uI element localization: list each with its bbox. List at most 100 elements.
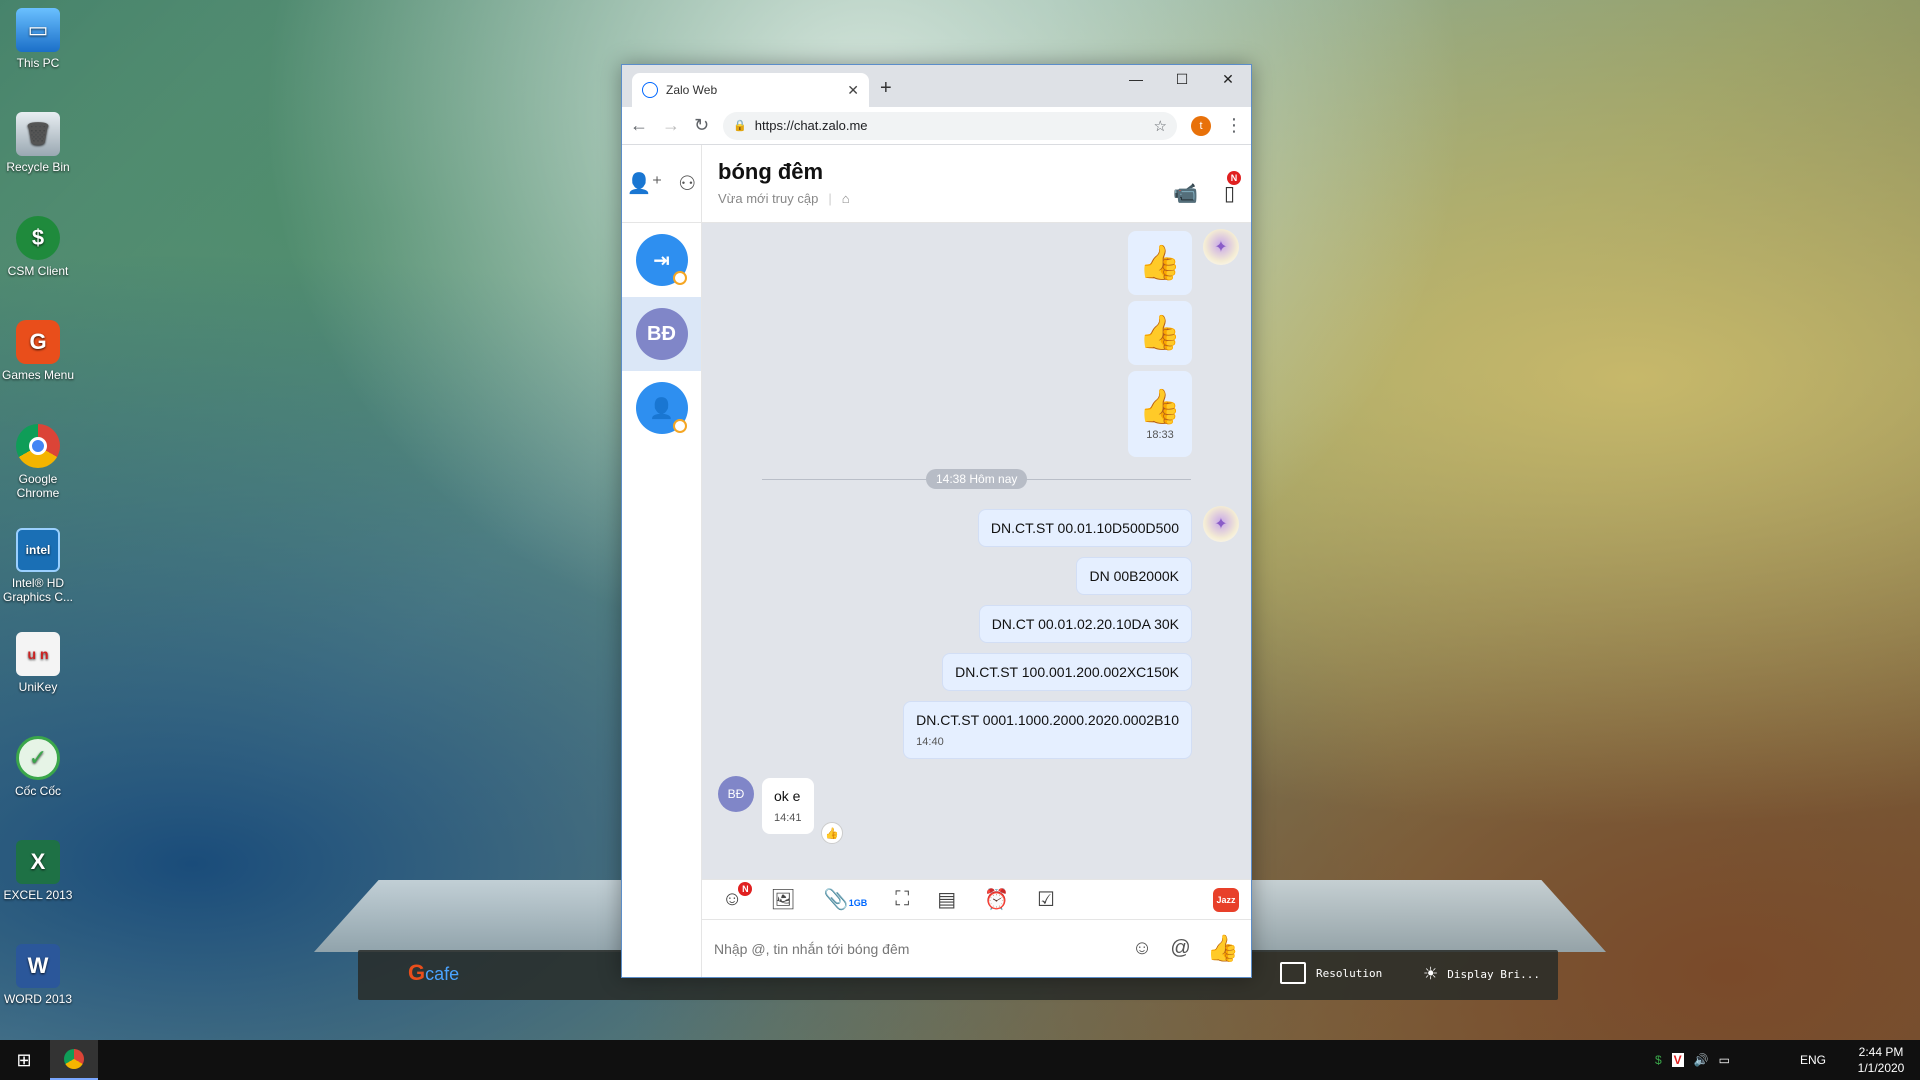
emoji-icon[interactable]: ☺	[1132, 937, 1152, 960]
reminder-clock-icon[interactable]: ⏰	[984, 887, 1009, 912]
desktop-icon-label: Recycle Bin	[6, 160, 70, 174]
minimize-button[interactable]: —	[1113, 71, 1159, 87]
start-button[interactable]: ⊞	[0, 1040, 48, 1080]
desktop-icon-label: Google Chrome	[16, 472, 60, 500]
word-icon: W	[16, 944, 60, 988]
language-indicator[interactable]: ENG	[1800, 1053, 1826, 1067]
url-text: https://chat.zalo.me	[754, 118, 868, 133]
self-avatar: ✦	[1203, 229, 1239, 265]
desktop-icon-intel[interactable]: intel Intel® HD Graphics C...	[0, 528, 76, 604]
reload-icon[interactable]: ↻	[694, 115, 709, 136]
chrome-icon	[16, 424, 60, 468]
last-seen-text: Vừa mới truy cập	[718, 191, 819, 206]
forward-icon[interactable]: →	[662, 115, 680, 136]
like-icon: 👍	[1138, 388, 1182, 426]
jazz-button[interactable]: Jazz	[1213, 888, 1239, 912]
profile-avatar[interactable]: t	[1191, 115, 1211, 136]
sticker-badge: N	[738, 882, 753, 896]
tag-icon[interactable]: ⌂	[842, 191, 850, 206]
info-panel-icon[interactable]: ▯ N	[1224, 171, 1241, 206]
task-icon[interactable]: ☑	[1037, 887, 1055, 912]
g-logo-icon: G	[16, 320, 60, 364]
quick-like-button[interactable]: 👍	[1207, 933, 1239, 964]
close-window-button[interactable]: ✕	[1205, 71, 1251, 88]
conversation-sidebar: 👤⁺ ⚇ ⇥ BĐ 👤	[622, 145, 702, 977]
chat-status: Vừa mới truy cập | ⌂	[718, 191, 1235, 206]
attach-size-label: 1GB	[848, 898, 868, 908]
header-actions: 📹 ▯ N	[1173, 171, 1241, 206]
sent-message[interactable]: DN.CT.ST 0001.1000.2000.2020.0002B10 14:…	[903, 701, 1192, 759]
chat-panel: bóng đêm Vừa mới truy cập | ⌂ 📹 ▯ N ✦ 👍 👍…	[702, 145, 1251, 977]
csm-tray-icon[interactable]: $	[1655, 1053, 1662, 1067]
shelf-item-resolution[interactable]: Resolution	[1280, 962, 1382, 984]
received-message[interactable]: ok e 14:41 👍	[762, 778, 843, 844]
tab-title: Zalo Web	[666, 83, 718, 97]
message-time: 18:33	[1146, 429, 1174, 441]
like-sticker[interactable]: 👍	[1128, 301, 1192, 365]
unikey-tray-icon[interactable]: V	[1671, 1053, 1684, 1067]
message-time: 14:41	[774, 812, 802, 824]
desktop-icon-label: This PC	[16, 56, 60, 70]
desktop-icon-csm-client[interactable]: $ CSM Client	[0, 216, 76, 278]
sent-message[interactable]: DN 00B2000K	[1076, 557, 1192, 595]
clock[interactable]: 2:44 PM 1/1/2020	[1842, 1044, 1920, 1076]
browser-tab[interactable]: Zalo Web ✕	[632, 73, 869, 107]
desktop-icon-excel[interactable]: X EXCEL 2013	[0, 840, 76, 902]
shelf-item-display-brightness[interactable]: ☀ Display Bri...	[1424, 962, 1540, 987]
chrome-icon	[64, 1049, 84, 1069]
network-icon[interactable]: ▭	[1719, 1053, 1730, 1067]
menu-kebab-icon[interactable]: ⋮	[1225, 115, 1243, 136]
like-sticker[interactable]: 👍	[1128, 231, 1192, 295]
url-field[interactable]: 🔒 https://chat.zalo.me ☆	[723, 111, 1177, 140]
desktop-icon-unikey[interactable]: u n UniKey	[0, 632, 76, 694]
desktop-icon-recycle-bin[interactable]: 🗑 Recycle Bin	[0, 112, 76, 174]
taskbar: ⊞ $ V 🔊 ▭ ENG 2:44 PM 1/1/2020	[0, 1040, 1920, 1080]
back-icon[interactable]: ←	[630, 115, 648, 136]
image-icon[interactable]: 🖼	[770, 887, 795, 912]
resolution-icon	[1280, 962, 1306, 984]
excel-icon: X	[16, 840, 60, 884]
sidebar-item-add-contact[interactable]: 👤	[622, 371, 701, 445]
like-sticker[interactable]: 👍 18:33	[1128, 371, 1192, 457]
add-friend-icon[interactable]: 👤⁺	[627, 171, 662, 196]
volume-icon[interactable]: 🔊	[1694, 1053, 1709, 1067]
notification-badge: N	[1227, 171, 1241, 185]
divider: |	[828, 191, 832, 206]
create-group-icon[interactable]: ⚇	[678, 171, 696, 196]
computer-icon: ▭	[16, 8, 60, 52]
close-tab-icon[interactable]: ✕	[847, 82, 859, 99]
coccoc-icon: ✓	[16, 736, 60, 780]
sent-message[interactable]: DN.CT.ST 00.01.10D500D500	[977, 509, 1192, 547]
message-input[interactable]: Nhập @, tin nhắn tới bóng đêm	[714, 941, 1114, 957]
verified-badge-icon	[673, 419, 687, 433]
zalo-favicon-icon	[642, 82, 658, 98]
lock-icon: 🔒	[733, 120, 747, 132]
contact-card-icon[interactable]: ▤	[937, 887, 956, 912]
sent-message[interactable]: DN.CT.ST 100.001.200.002XC150K	[942, 653, 1192, 691]
mention-icon[interactable]: @	[1170, 937, 1190, 960]
sidebar-actions: 👤⁺ ⚇	[622, 145, 701, 223]
attach-file-icon[interactable]: 📎1GB	[824, 887, 867, 912]
desktop-icon-games-menu[interactable]: G Games Menu	[0, 320, 76, 382]
desktop-icon-coccoc[interactable]: ✓ Cốc Cốc	[0, 736, 76, 798]
dollar-icon: $	[16, 216, 60, 260]
sidebar-item-bong-dem[interactable]: BĐ	[622, 297, 701, 371]
maximize-button[interactable]: ☐	[1159, 71, 1205, 88]
verified-badge-icon	[673, 271, 687, 285]
new-tab-button[interactable]: +	[880, 77, 892, 100]
desktop-icon-label: WORD 2013	[3, 992, 73, 1006]
sent-message[interactable]: DN.CT 00.01.02.20.10DA 30K	[978, 605, 1192, 643]
video-call-icon[interactable]: 📹	[1173, 181, 1198, 206]
chat-header: bóng đêm Vừa mới truy cập | ⌂ 📹 ▯ N	[702, 145, 1251, 223]
desktop-icon-chrome[interactable]: Google Chrome	[0, 424, 76, 500]
react-like-icon[interactable]: 👍	[821, 822, 843, 844]
message-composer: Nhập @, tin nhắn tới bóng đêm ☺ @ 👍	[702, 919, 1251, 977]
screenshot-icon[interactable]: ⛶	[895, 888, 909, 911]
sidebar-item-my-cloud[interactable]: ⇥	[622, 223, 701, 297]
desktop-icon-this-pc[interactable]: ▭ This PC	[0, 8, 76, 70]
desktop-icon-word[interactable]: W WORD 2013	[0, 944, 76, 1006]
bookmark-star-icon[interactable]: ☆	[1154, 117, 1167, 135]
taskbar-chrome[interactable]	[50, 1040, 98, 1080]
sticker-icon[interactable]: ☺ N	[722, 882, 753, 911]
message-time: 14:40	[916, 736, 944, 748]
